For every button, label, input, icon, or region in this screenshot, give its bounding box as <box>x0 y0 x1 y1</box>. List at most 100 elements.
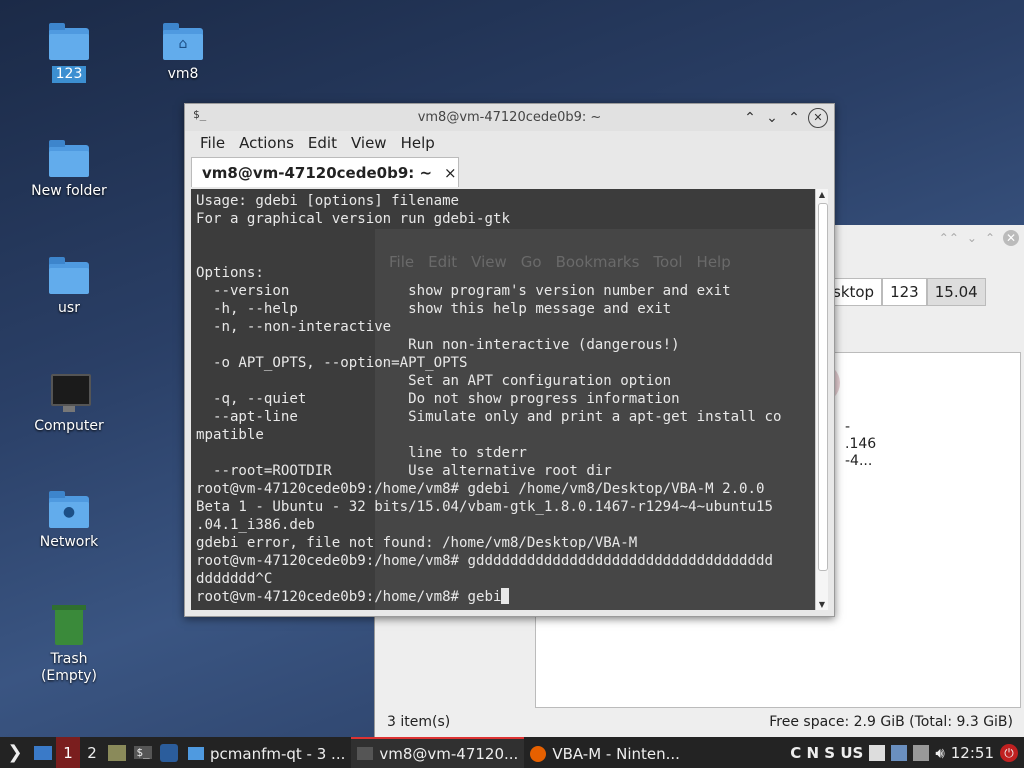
keep-above-icon[interactable]: ⌃⌃ <box>939 231 959 245</box>
menu-file[interactable]: File <box>193 134 232 152</box>
menu-help[interactable]: Help <box>394 134 442 152</box>
terminal-line: Set an APT configuration option <box>196 373 672 389</box>
path-button-desktop[interactable]: sktop <box>831 278 883 306</box>
terminal-line: --version show program's version number … <box>196 283 731 299</box>
maximize-icon[interactable]: ⌃ <box>786 109 802 127</box>
taskbar: ❯ 1 2 $_ pcmanfm-qt - 3 ... vm8@vm-47120… <box>0 737 1024 768</box>
terminal-line: For a graphical version run gdebi-gtk <box>196 211 510 227</box>
file-item-name[interactable]: - .146 -4... <box>845 419 876 470</box>
terminal-line: gdebi error, file not found: /home/vm8/D… <box>196 535 638 551</box>
file-item-line: -4... <box>845 453 873 469</box>
task-pcmanfm[interactable]: pcmanfm-qt - 3 ... <box>182 737 351 768</box>
task-firefox[interactable]: VBA-M - Ninten... <box>524 737 686 768</box>
vertical-scrollbar[interactable]: ▲ ▼ <box>815 189 828 610</box>
terminal-line: Run non-interactive (dangerous!) <box>196 337 680 353</box>
file-item-line: - <box>845 419 851 435</box>
power-icon[interactable]: ⏻ <box>1000 743 1018 762</box>
terminal-titlebar[interactable]: $_ vm8@vm-47120cede0b9: ~ ⌃ ⌄ ⌃ ✕ <box>185 104 834 131</box>
desktop-icon-computer[interactable]: Computer <box>19 374 119 435</box>
desktop-switch-1[interactable]: 1 <box>56 737 80 768</box>
terminal-line: Beta 1 - Ubuntu - 32 bits/15.04/vbam-gtk… <box>196 499 773 515</box>
terminal-prompt-line[interactable]: root@vm-47120cede0b9:/home/vm8# gebi <box>196 589 501 605</box>
terminal-line: Options: <box>196 265 264 281</box>
home-folder-icon: ⌂ <box>161 22 205 62</box>
feather-icon <box>160 743 178 762</box>
folder-icon <box>47 256 91 296</box>
removable-media-icon[interactable] <box>913 744 930 761</box>
scroll-up-icon[interactable]: ▲ <box>816 190 828 199</box>
scroll-down-icon[interactable]: ▼ <box>816 600 828 609</box>
desktop-icon-sublabel: (Empty) <box>40 668 98 684</box>
show-desktop-icon <box>34 745 52 760</box>
path-button-1504[interactable]: 15.04 <box>926 278 986 306</box>
keyboard-indicator[interactable]: C N S US <box>790 744 863 762</box>
file-manager-icon <box>108 744 126 761</box>
tab-bar: vm8@vm-47120cede0b9: ~ × <box>185 155 834 187</box>
terminal-output[interactable]: File Edit View Go Bookmarks Tool Help Us… <box>191 189 815 610</box>
desktop-icon-network[interactable]: ● Network <box>19 490 119 551</box>
menu-view[interactable]: View <box>344 134 394 152</box>
desktop-icon-vm8[interactable]: ⌂ vm8 <box>133 22 233 83</box>
desktop-icon-label: 123 <box>51 66 87 83</box>
path-button-123[interactable]: 123 <box>882 278 927 306</box>
scrollbar-thumb[interactable] <box>818 203 828 571</box>
tab-terminal[interactable]: vm8@vm-47120cede0b9: ~ × <box>191 157 459 187</box>
network-tray-icon[interactable] <box>891 744 908 761</box>
desktop-icon-label: Network <box>39 534 99 550</box>
terminal-window[interactable]: $_ vm8@vm-47120cede0b9: ~ ⌃ ⌄ ⌃ ✕ File A… <box>184 103 835 617</box>
desktop-icon-new-folder[interactable]: New folder <box>19 139 119 200</box>
maximize-icon[interactable]: ⌃ <box>985 231 995 245</box>
task-label: pcmanfm-qt - 3 ... <box>210 744 346 763</box>
show-desktop-button[interactable] <box>30 737 56 768</box>
desktop-icon-label: Trash <box>50 651 88 667</box>
clock[interactable]: 12:51 <box>951 744 994 762</box>
desktop-icon-usr[interactable]: usr <box>19 256 119 317</box>
terminal-text: Usage: gdebi [options] filename For a gr… <box>196 192 781 606</box>
close-icon[interactable]: ✕ <box>808 108 828 128</box>
desktop-icon-123[interactable]: 123 <box>19 22 119 83</box>
desktop-icon-trash[interactable]: Trash (Empty) <box>19 605 119 685</box>
task-terminal[interactable]: vm8@vm-47120... <box>351 737 525 768</box>
volume-icon[interactable]: 🔊︎ <box>935 744 944 762</box>
network-icon: ● <box>47 490 91 530</box>
desktop-number: 2 <box>87 743 97 762</box>
desktop-switch-2[interactable]: 2 <box>80 737 104 768</box>
terminal-line: -q, --quiet Do not show progress informa… <box>196 391 680 407</box>
system-tray: C N S US 🔊︎ 12:51 ⏻ <box>790 737 1024 768</box>
terminal-line: mpatible <box>196 427 264 443</box>
tab-close-icon[interactable]: × <box>444 164 457 182</box>
minimize-icon[interactable]: ⌄ <box>967 231 977 245</box>
firefox-icon <box>530 745 547 762</box>
start-menu-icon: ❯ <box>7 742 23 763</box>
status-bar: 3 item(s) Free space: 2.9 GiB (Total: 9.… <box>375 707 1024 737</box>
start-menu-button[interactable]: ❯ <box>0 737 30 768</box>
task-label: VBA-M - Ninten... <box>552 744 680 763</box>
folder-icon <box>188 747 204 760</box>
menu-edit[interactable]: Edit <box>301 134 344 152</box>
terminal-line: ddddddd^C <box>196 571 273 587</box>
keep-above-icon[interactable]: ⌃ <box>742 109 758 127</box>
terminal-line: --apt-line Simulate only and print a apt… <box>196 409 782 425</box>
desktop-icon-label: New folder <box>31 183 107 199</box>
quicklaunch-terminal[interactable]: $_ <box>130 737 156 768</box>
menu-actions[interactable]: Actions <box>232 134 301 152</box>
clipboard-icon[interactable] <box>869 744 886 761</box>
desktop-number: 1 <box>63 743 73 762</box>
file-item-line: .146 <box>845 436 877 452</box>
tab-label: vm8@vm-47120cede0b9: ~ <box>202 163 433 182</box>
desktop-icon-label: usr <box>58 300 80 316</box>
close-icon[interactable]: ✕ <box>1003 230 1019 246</box>
task-label: vm8@vm-47120... <box>379 744 519 763</box>
terminal-icon: $_ <box>193 108 207 121</box>
quicklaunch-browser[interactable] <box>156 737 182 768</box>
minimize-icon[interactable]: ⌄ <box>764 109 780 127</box>
terminal-line: root@vm-47120cede0b9:/home/vm8# gdebi /h… <box>196 481 765 497</box>
terminal-line: .04.1_i386.deb <box>196 517 315 533</box>
desktop-icon-label: vm8 <box>167 66 199 82</box>
trash-icon <box>47 605 91 647</box>
text-cursor <box>501 588 510 604</box>
quicklaunch-file-manager[interactable] <box>104 737 130 768</box>
item-count: 3 item(s) <box>387 714 451 730</box>
terminal-line: -h, --help show this help message and ex… <box>196 301 672 317</box>
terminal-line: root@vm-47120cede0b9:/home/vm8# gddddddd… <box>196 553 773 569</box>
